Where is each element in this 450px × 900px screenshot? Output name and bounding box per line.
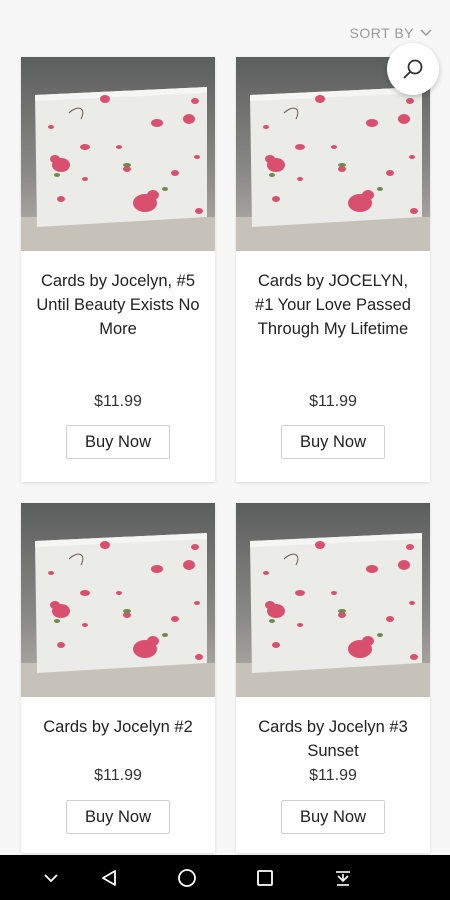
nav-notifications-button[interactable] [331,866,355,890]
notifications-icon [336,871,350,886]
nav-recents-button[interactable] [253,866,277,890]
sort-by-label: SORT BY [349,25,414,41]
buy-now-button[interactable]: Buy Now [66,425,170,459]
product-image[interactable] [21,503,215,697]
top-bar: SORT BY [0,0,450,56]
product-title[interactable]: Cards by Jocelyn #2 [21,715,215,739]
nav-back-button[interactable] [97,866,121,890]
product-card[interactable]: Cards by Jocelyn #3 Sunset $11.99 Buy No… [236,503,430,853]
product-price: $11.99 [309,767,357,784]
search-icon [403,59,423,79]
product-title[interactable]: Cards by JOCELYN, #1 Your Love Passed Th… [236,269,430,341]
recents-icon [257,870,273,886]
product-card[interactable]: Cards by Jocelyn, #5 Until Beauty Exists… [21,57,215,482]
chevron-down-icon [44,874,58,883]
product-price: $11.99 [94,767,142,784]
nav-collapse-button[interactable] [39,866,63,890]
product-price: $11.99 [94,393,142,410]
product-title[interactable]: Cards by Jocelyn, #5 Until Beauty Exists… [21,269,215,341]
chevron-down-icon [420,29,432,37]
product-image[interactable] [21,57,215,251]
buy-now-button[interactable]: Buy Now [66,800,170,834]
product-image[interactable] [236,503,430,697]
sort-by-dropdown[interactable]: SORT BY [350,25,432,41]
back-icon [102,870,116,886]
product-price: $11.99 [309,393,357,410]
buy-now-button[interactable]: Buy Now [281,425,385,459]
nav-home-button[interactable] [175,866,199,890]
product-title[interactable]: Cards by Jocelyn #3 Sunset [236,715,430,763]
product-card[interactable]: Cards by Jocelyn #2 $11.99 Buy Now [21,503,215,853]
product-card[interactable]: Cards by JOCELYN, #1 Your Love Passed Th… [236,57,430,482]
search-button[interactable] [387,43,439,95]
system-nav-bar [0,855,450,900]
buy-now-button[interactable]: Buy Now [281,800,385,834]
home-icon [178,869,196,887]
